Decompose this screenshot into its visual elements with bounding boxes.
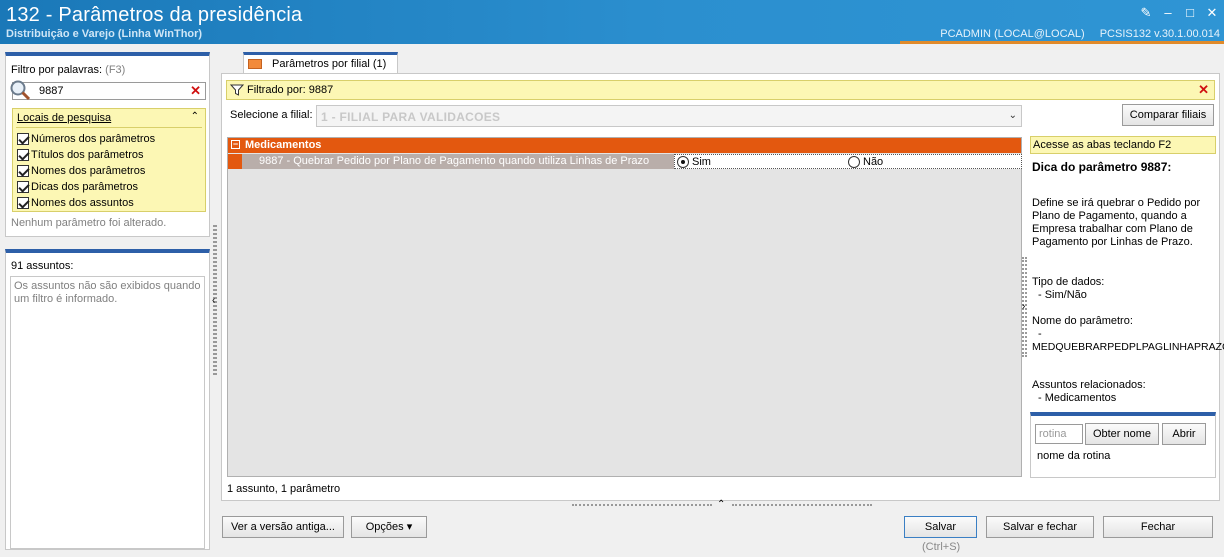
title-bar: 132 - Parâmetros da presidência Distribu… <box>0 0 1224 44</box>
old-version-button[interactable]: Ver a versão antiga... <box>222 516 344 538</box>
related-subjects-label: Assuntos relacionados: <box>1032 379 1146 391</box>
main-content: Filtrado por: 9887 ✕ Selecione a filial:… <box>221 73 1224 501</box>
clear-filter-icon[interactable]: ✕ <box>190 83 201 99</box>
data-type-value: - Sim/Não <box>1038 289 1087 301</box>
filter-input[interactable]: 9887 ✕ <box>10 80 206 101</box>
routine-box: rotina Obter nome Abrir nome da rotina <box>1030 412 1216 478</box>
right-splitter[interactable]: › <box>1021 257 1029 357</box>
filter-label: Filtro por palavras: (F3) <box>11 64 126 76</box>
parameter-row[interactable]: 9887 - Quebrar Pedido por Plano de Pagam… <box>228 154 1022 169</box>
tab-label: Parâmetros por filial (1) <box>272 58 387 70</box>
collapse-group-icon[interactable]: − <box>231 140 240 149</box>
related-subjects-value: - Medicamentos <box>1038 392 1117 404</box>
subjects-list[interactable]: Os assuntos não são exibidos quando um f… <box>10 276 205 549</box>
radio-sim[interactable]: Sim <box>677 156 711 168</box>
filter-value: 9887 <box>39 85 64 97</box>
title-accent-line <box>900 41 1224 44</box>
parameter-description: 9887 - Quebrar Pedido por Plano de Pagam… <box>242 154 674 169</box>
collapse-bottom-icon[interactable]: ⌃ <box>717 499 725 510</box>
group-row[interactable]: − Medicamentos <box>228 138 1021 153</box>
window-subtitle: Distribuição e Varejo (Linha WinThor) <box>6 28 203 40</box>
search-icon <box>10 80 31 101</box>
routine-input[interactable]: rotina <box>1035 424 1083 444</box>
parameters-grid: − Medicamentos 9887 - Quebrar Pedido por… <box>227 137 1022 477</box>
tip-title: Dica do parâmetro 9887: <box>1032 160 1172 174</box>
filial-select[interactable]: 1 - FILIAL PARA VALIDACOES ⌄ <box>316 105 1022 127</box>
filial-label: Selecione a filial: <box>230 109 313 121</box>
param-name-value: MEDQUEBRARPEDPLPAGLINHAPRAZC <box>1032 341 1224 353</box>
filter-panel: Filtro por palavras: (F3) 9887 ✕ Locais … <box>5 52 210 237</box>
subjects-count: 91 assuntos: <box>11 260 74 272</box>
radio-nao[interactable]: Não <box>848 156 883 168</box>
param-name-dash: - <box>1038 328 1042 340</box>
funnel-icon <box>230 84 244 96</box>
group-name: Medicamentos <box>245 139 322 151</box>
search-locations: Locais de pesquisa ⌃ Números dos parâmet… <box>12 108 206 212</box>
folder-icon <box>248 59 262 69</box>
result-count: 1 assunto, 1 parâmetro <box>227 483 341 495</box>
filial-value: 1 - FILIAL PARA VALIDACOES <box>321 110 501 124</box>
abrir-button[interactable]: Abrir <box>1162 423 1206 445</box>
param-name-label: Nome do parâmetro: <box>1032 315 1133 327</box>
checkbox-dicas[interactable]: Dicas dos parâmetros <box>17 180 138 194</box>
tip-panel: Acesse as abas teclando F2 Dica do parâm… <box>1030 134 1224 478</box>
checkbox-titulos[interactable]: Títulos dos parâmetros <box>17 148 144 162</box>
window-title: 132 - Parâmetros da presidência <box>6 4 303 26</box>
options-button[interactable]: Opções ▾ <box>351 516 427 538</box>
checkbox-assuntos[interactable]: Nomes dos assuntos <box>17 196 134 210</box>
obter-nome-button[interactable]: Obter nome <box>1085 423 1159 445</box>
locations-title: Locais de pesquisa <box>17 112 112 124</box>
user-name: PCADMIN (LOCAL@LOCAL) <box>940 28 1085 40</box>
close-form-button[interactable]: Fechar <box>1103 516 1213 538</box>
maximize-button[interactable]: □ <box>1183 6 1197 20</box>
data-type-label: Tipo de dados: <box>1032 276 1105 288</box>
minimize-button[interactable]: – <box>1161 6 1175 20</box>
subjects-panel: 91 assuntos: Os assuntos não são exibido… <box>5 249 210 550</box>
checkbox-numeros[interactable]: Números dos parâmetros <box>17 132 155 146</box>
routine-name: nome da rotina <box>1037 450 1111 462</box>
chevron-down-icon: ⌄ <box>1008 110 1017 121</box>
filter-bar: Filtrado por: 9887 ✕ <box>226 80 1215 100</box>
shortcut-hint: Acesse as abas teclando F2 <box>1030 136 1216 154</box>
save-button[interactable]: Salvar <box>904 516 977 538</box>
tip-body: Define se irá quebrar o Pedido por Plano… <box>1032 197 1201 248</box>
collapse-left-icon[interactable]: ‹ <box>212 295 215 306</box>
bottom-splitter[interactable]: ⌃ <box>572 499 872 510</box>
collapse-icon[interactable]: ⌃ <box>191 111 199 122</box>
save-shortcut: (Ctrl+S) <box>922 541 961 553</box>
checkbox-nomes[interactable]: Nomes dos parâmetros <box>17 164 145 178</box>
parameter-options: Sim Não <box>674 154 1022 169</box>
version-label: PCSIS132 v.30.1.00.014 <box>1099 28 1220 40</box>
close-button[interactable]: ✕ <box>1205 6 1219 20</box>
change-status: Nenhum parâmetro foi alterado. <box>11 217 167 229</box>
filter-text: Filtrado por: 9887 <box>247 84 334 96</box>
collapse-right-icon[interactable]: › <box>1022 301 1025 312</box>
remove-filter-icon[interactable]: ✕ <box>1198 82 1209 98</box>
tab-parametros-filial[interactable]: Parâmetros por filial (1) <box>243 52 398 74</box>
user-info: PCADMIN (LOCAL@LOCAL) PCSIS132 v.30.1.00… <box>928 28 1220 40</box>
save-close-button[interactable]: Salvar e fechar <box>986 516 1094 538</box>
left-splitter[interactable]: ‹ <box>211 225 219 375</box>
compare-filiais-button[interactable]: Comparar filiais <box>1122 104 1214 126</box>
edit-icon[interactable]: ✎ <box>1139 6 1153 20</box>
